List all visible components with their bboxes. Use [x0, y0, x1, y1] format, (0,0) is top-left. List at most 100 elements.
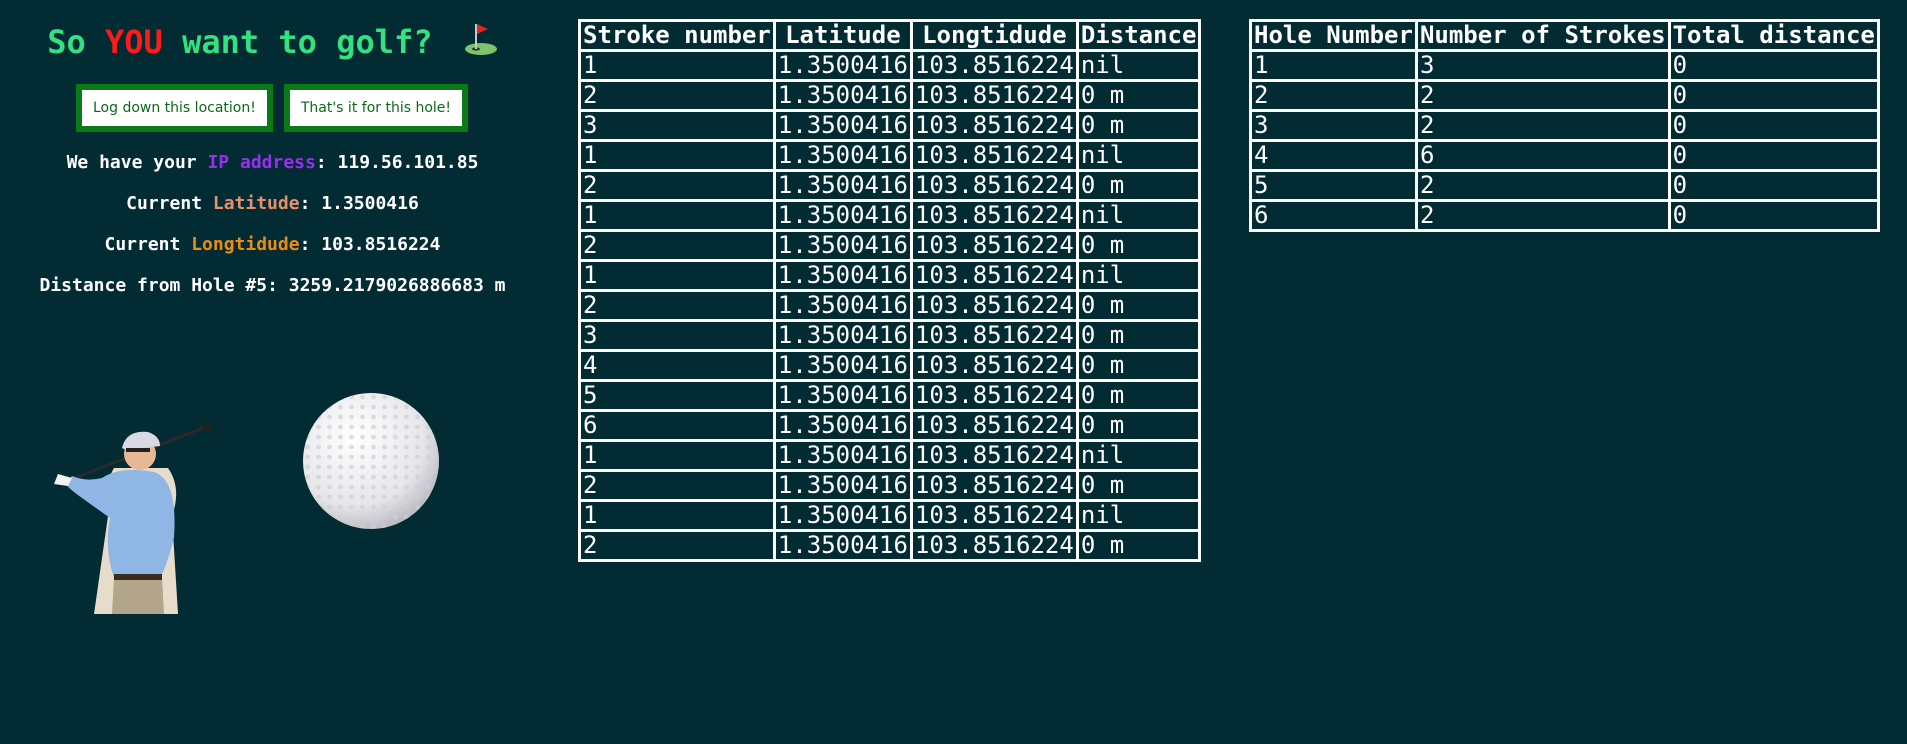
table-cell: nil	[1075, 259, 1202, 292]
table-cell: 3	[1249, 109, 1418, 142]
table-cell: 103.8516224	[909, 319, 1079, 352]
column-header: Distance	[1075, 19, 1202, 52]
table-cell: 1.3500416	[772, 49, 913, 82]
table-cell: 1	[578, 439, 776, 472]
table-row: 1 1.3500416 103.8516224 nil	[578, 139, 1202, 172]
table-row: 1 1.3500416 103.8516224 nil	[578, 439, 1202, 472]
table-cell: 0 m	[1075, 229, 1202, 262]
title-part-3: want to golf?	[162, 23, 433, 61]
table-cell: 1.3500416	[772, 79, 913, 112]
table-cell: 0 m	[1075, 529, 1202, 562]
golf-flag-icon	[464, 22, 498, 67]
table-cell: 0 m	[1075, 469, 1202, 502]
ip-separator: :	[315, 152, 338, 173]
table-cell: 103.8516224	[909, 349, 1079, 382]
table-cell: 1.3500416	[772, 199, 913, 232]
action-buttons: Log down this location! That's it for th…	[76, 84, 469, 132]
table-cell: 0	[1667, 49, 1880, 82]
table-cell: 6	[1249, 199, 1418, 232]
table-cell: 0	[1667, 169, 1880, 202]
table-cell: 103.8516224	[909, 409, 1079, 442]
table-row: 2 1.3500416 103.8516224 0 m	[578, 79, 1202, 112]
lat-prefix: Current	[126, 193, 213, 214]
lat-label: Latitude	[212, 193, 300, 214]
table-cell: 1.3500416	[772, 169, 913, 202]
lat-value: 1.3500416	[321, 193, 419, 214]
table-cell: 1.3500416	[772, 289, 913, 322]
table-row: 3 1.3500416 103.8516224 0 m	[578, 109, 1202, 142]
table-cell: 0	[1667, 139, 1880, 172]
table-cell: 103.8516224	[909, 529, 1079, 562]
table-cell: 2	[578, 529, 776, 562]
table-cell: 103.8516224	[909, 289, 1079, 322]
distance-from-hole: Distance from Hole #5: 3259.217902688668…	[39, 275, 506, 296]
table-cell: 3	[578, 319, 776, 352]
latitude-line: Current Latitude: 1.3500416	[0, 192, 545, 216]
table-cell: 0 m	[1075, 79, 1202, 112]
table-cell: 4	[1249, 139, 1418, 172]
table-cell: 1	[578, 139, 776, 172]
golf-ball-image	[302, 392, 440, 534]
table-cell: 0 m	[1075, 319, 1202, 352]
table-cell: 2	[1414, 79, 1671, 112]
table-cell: nil	[1075, 199, 1202, 232]
table-cell: 0 m	[1075, 379, 1202, 412]
table-row: 1 1.3500416 103.8516224 nil	[578, 199, 1202, 232]
table-cell: 2	[578, 79, 776, 112]
table-cell: 1.3500416	[772, 469, 913, 502]
column-header: Latitude	[772, 19, 913, 52]
table-cell: 6	[1414, 139, 1671, 172]
table-cell: 0 m	[1075, 109, 1202, 142]
table-cell: 103.8516224	[909, 469, 1079, 502]
table-header-row: Hole Number Number of Strokes Total dist…	[1249, 19, 1880, 52]
table-cell: 0	[1667, 109, 1880, 142]
table-cell: 1.3500416	[772, 439, 913, 472]
table-row: 1 1.3500416 103.8516224 nil	[578, 49, 1202, 82]
table-row: 2 1.3500416 103.8516224 0 m	[578, 529, 1202, 562]
table-cell: 103.8516224	[909, 169, 1079, 202]
column-header: Total distance	[1667, 19, 1880, 52]
lat-separator: :	[299, 193, 322, 214]
table-cell: 2	[1414, 199, 1671, 232]
table-row: 1 1.3500416 103.8516224 nil	[578, 499, 1202, 532]
table-cell: 5	[1249, 169, 1418, 202]
table-cell: 103.8516224	[909, 259, 1079, 292]
table-cell: 103.8516224	[909, 499, 1079, 532]
table-cell: 0 m	[1075, 409, 1202, 442]
longitude-line: Current Longtidude: 103.8516224	[0, 233, 545, 257]
table-cell: 1.3500416	[772, 109, 913, 142]
golfer-image	[22, 418, 212, 620]
ip-value: 119.56.101.85	[337, 152, 479, 173]
table-row: 220	[1249, 79, 1880, 112]
table-cell: 0 m	[1075, 169, 1202, 202]
table-row: 620	[1249, 199, 1880, 232]
table-cell: 3	[1414, 49, 1671, 82]
table-cell: 103.8516224	[909, 139, 1079, 172]
table-cell: 5	[578, 379, 776, 412]
ip-address-line: We have your IP address: 119.56.101.85	[0, 151, 545, 175]
column-header: Number of Strokes	[1414, 19, 1671, 52]
end-hole-button[interactable]: That's it for this hole!	[283, 84, 469, 132]
page-title: So YOU want to golf?	[0, 20, 545, 67]
table-header-row: Stroke number Latitude Longtidude Distan…	[578, 19, 1202, 52]
table-row: 2 1.3500416 103.8516224 0 m	[578, 229, 1202, 262]
log-location-button[interactable]: Log down this location!	[76, 84, 273, 132]
table-cell: 103.8516224	[909, 379, 1079, 412]
left-panel: So YOU want to golf? Log down this locat…	[0, 0, 545, 744]
table-cell: 1.3500416	[772, 409, 913, 442]
table-cell: 1.3500416	[772, 259, 913, 292]
title-part-1: So	[47, 23, 105, 61]
table-cell: 1	[578, 499, 776, 532]
table-cell: 103.8516224	[909, 49, 1079, 82]
table-row: 6 1.3500416 103.8516224 0 m	[578, 409, 1202, 442]
title-you: YOU	[105, 23, 163, 61]
table-row: 5 1.3500416 103.8516224 0 m	[578, 379, 1202, 412]
column-header: Stroke number	[578, 19, 776, 52]
table-cell: 1.3500416	[772, 379, 913, 412]
table-cell: 103.8516224	[909, 79, 1079, 112]
table-cell: 2	[578, 469, 776, 502]
table-cell: 2	[578, 229, 776, 262]
table-cell: 0 m	[1075, 289, 1202, 322]
table-cell: 4	[578, 349, 776, 382]
lng-prefix: Current	[104, 234, 192, 255]
